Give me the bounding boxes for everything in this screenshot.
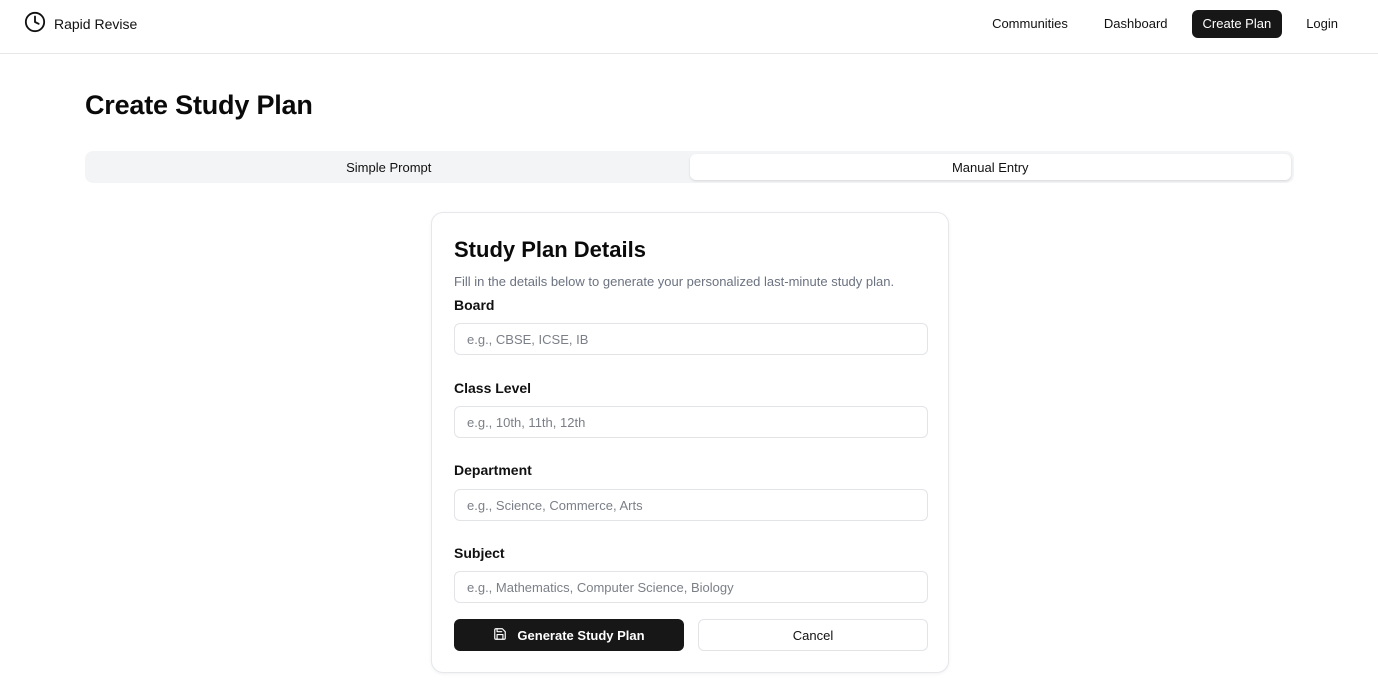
- cancel-button[interactable]: Cancel: [698, 619, 928, 651]
- nav-login-link[interactable]: Login: [1294, 10, 1350, 38]
- board-input[interactable]: [454, 323, 928, 355]
- card-title: Study Plan Details: [454, 237, 646, 262]
- brand-logo-link[interactable]: Rapid Revise: [24, 11, 138, 38]
- department-input[interactable]: [454, 489, 928, 521]
- subject-label: Subject: [454, 545, 505, 561]
- department-label: Department: [454, 462, 532, 478]
- save-icon: [493, 627, 507, 644]
- cancel-button-label: Cancel: [792, 627, 834, 643]
- study-plan-card: Study Plan Details Fill in the details b…: [431, 212, 949, 673]
- tab-manual-entry[interactable]: Manual Entry: [689, 154, 1291, 180]
- mode-tabs: Simple Prompt Manual Entry: [85, 151, 1294, 183]
- nav-create-plan-link[interactable]: Create Plan: [1191, 10, 1283, 38]
- class-level-label: Class Level: [454, 380, 532, 396]
- top-navbar: Rapid Revise Communities Dashboard Creat…: [0, 0, 1378, 54]
- class-level-input[interactable]: [454, 406, 928, 438]
- nav-links: Communities Dashboard Create Plan Login: [980, 10, 1350, 38]
- card-description: Fill in the details below to generate yo…: [454, 274, 895, 289]
- brand-name: Rapid Revise: [54, 16, 138, 32]
- generate-study-plan-button[interactable]: Generate Study Plan: [454, 619, 684, 651]
- tab-simple-prompt[interactable]: Simple Prompt: [88, 154, 690, 180]
- nav-communities-link[interactable]: Communities: [980, 10, 1080, 38]
- nav-dashboard-link[interactable]: Dashboard: [1092, 10, 1180, 38]
- page-title: Create Study Plan: [85, 90, 313, 120]
- board-label: Board: [454, 297, 495, 313]
- subject-input[interactable]: [454, 571, 928, 603]
- clock-icon: [24, 11, 46, 38]
- generate-button-label: Generate Study Plan: [517, 627, 645, 643]
